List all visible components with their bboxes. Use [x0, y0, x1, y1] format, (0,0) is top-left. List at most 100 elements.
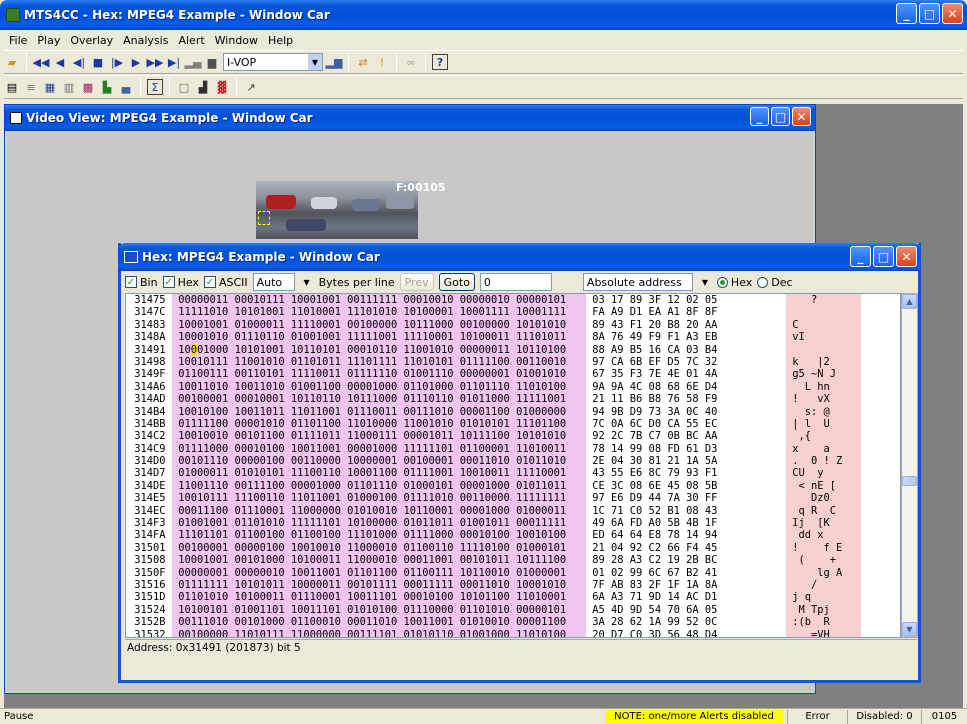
hex-close-button[interactable]: ✕: [896, 246, 917, 267]
table-view-icon[interactable]: ▥: [61, 79, 77, 95]
play-icon[interactable]: ▶: [128, 54, 144, 70]
hex-view-title-bar[interactable]: Hex: MPEG4 Example - Window Car _ □ ✕: [118, 243, 921, 271]
hex-row[interactable]: 3152B 00111010 00101000 01100010 0001101…: [126, 616, 900, 629]
close-button[interactable]: ✕: [942, 3, 963, 24]
hex-row[interactable]: 314F3 01001001 01101010 11111101 1010000…: [126, 517, 900, 530]
hex-row[interactable]: 314EC 00011100 01110001 11000000 0101001…: [126, 504, 900, 518]
hex-row[interactable]: 314C2 10010010 00101100 01111011 1100011…: [126, 430, 900, 443]
menu-analysis[interactable]: Analysis: [118, 34, 173, 47]
minimize-button[interactable]: _: [896, 3, 917, 24]
auto-field[interactable]: Auto: [252, 273, 295, 291]
macroblock-view-icon[interactable]: ▓: [214, 79, 230, 95]
tile-view-icon[interactable]: ▟: [195, 79, 211, 95]
chart-view-icon[interactable]: ▙: [99, 79, 115, 95]
hex-maximize-button[interactable]: □: [873, 246, 894, 267]
hex-row[interactable]: 31483 10001001 01000011 11110001 0010000…: [126, 318, 900, 332]
sigma-view-icon[interactable]: Σ: [147, 79, 163, 95]
end-icon[interactable]: ▶|: [166, 54, 182, 70]
bin-checkbox[interactable]: ✓ Bin: [125, 276, 158, 289]
hex-radio[interactable]: Hex: [716, 276, 752, 289]
scroll-down-icon[interactable]: ▼: [902, 622, 917, 637]
hex-row[interactable]: 314AD 00100001 00010001 10110110 1011100…: [126, 393, 900, 406]
hex-ascii: [786, 343, 861, 356]
frame-type-icon[interactable]: ▆: [204, 54, 220, 70]
menu-window[interactable]: Window: [210, 34, 263, 47]
grid-view-icon[interactable]: ▩: [80, 79, 96, 95]
macroblock-selection[interactable]: [258, 211, 270, 225]
chevron-down-icon[interactable]: ▼: [698, 274, 712, 290]
hex-row[interactable]: 31498 10010111 11001010 01101011 1110111…: [126, 355, 900, 369]
menu-file[interactable]: File: [4, 34, 32, 47]
prev-button[interactable]: Prev: [399, 273, 434, 291]
hex-scrollbar[interactable]: ▲ ▼: [901, 293, 918, 638]
bar-view-icon[interactable]: ▄: [118, 79, 134, 95]
export-icon[interactable]: ↗: [243, 79, 259, 95]
hex-row[interactable]: 3148A 10001010 01110110 01001001 1111100…: [126, 331, 900, 344]
list-view-icon[interactable]: ≡: [23, 79, 39, 95]
scroll-up-icon[interactable]: ▲: [902, 294, 917, 309]
menu-play[interactable]: Play: [32, 34, 65, 47]
rewind-icon[interactable]: ◀◀: [33, 54, 50, 70]
hex-bytes: 49 6A FD A0 5B 4B 1F: [586, 517, 786, 530]
hex-checkbox[interactable]: ✓ Hex: [162, 276, 199, 289]
scroll-thumb[interactable]: [902, 476, 917, 486]
hex-row[interactable]: 31491 10001000 10101001 10110101 0001011…: [126, 343, 900, 356]
menu-overlay[interactable]: Overlay: [65, 34, 118, 47]
sync-icon[interactable]: ⇄: [355, 54, 371, 70]
dec-radio[interactable]: Dec: [757, 276, 793, 289]
hex-dump[interactable]: 31475 00000011 00010111 10001001 0011111…: [125, 293, 901, 638]
hex-row[interactable]: 314D7 01000011 01010101 11100110 1000110…: [126, 467, 900, 480]
hex-row[interactable]: 31508 10001001 00101000 10100011 1100001…: [126, 554, 900, 567]
bitrate-icon[interactable]: ▂▆: [326, 54, 343, 70]
video-maximize-button[interactable]: □: [771, 107, 790, 126]
hex-row[interactable]: 31516 01111111 10101011 10000011 0010111…: [126, 578, 900, 592]
maximize-button[interactable]: □: [919, 3, 940, 24]
hex-row[interactable]: 31532 00100000 11010111 11000000 0011110…: [126, 628, 900, 637]
step-back-icon[interactable]: ◀: [52, 54, 68, 70]
selected-bit[interactable]: 0: [190, 343, 198, 356]
hex-row[interactable]: 314D0 00101110 00000100 00110000 1000000…: [126, 455, 900, 468]
fast-forward-icon[interactable]: ▶▶: [147, 54, 164, 70]
hex-row[interactable]: 314DE 11001110 00111100 00001000 0110111…: [126, 479, 900, 493]
hex-view-icon[interactable]: ▦: [42, 79, 58, 95]
address-mode-select[interactable]: Absolute address: [582, 273, 693, 291]
menu-help[interactable]: Help: [263, 34, 298, 47]
video-view-title: Video View: MPEG4 Example - Window Car: [26, 111, 313, 125]
frame-type-select[interactable]: I-VOP ▼: [223, 53, 323, 71]
hex-binary: 10001010 01110110 01001001 11111001 1111…: [172, 331, 586, 344]
hex-row[interactable]: 3149F 01100111 00110101 11110011 0111111…: [126, 368, 900, 381]
hex-row[interactable]: 31475 00000011 00010111 10001001 0011111…: [126, 294, 900, 307]
video-view-title-bar[interactable]: Video View: MPEG4 Example - Window Car _…: [5, 105, 815, 131]
goto-input[interactable]: 0: [479, 273, 552, 291]
video-frame[interactable]: F:00105: [256, 181, 446, 239]
next-frame-icon[interactable]: |▶: [109, 54, 125, 70]
video-view-icon[interactable]: ▤: [4, 79, 20, 95]
hex-row[interactable]: 31501 00100001 00000100 10010010 1100001…: [126, 541, 900, 555]
link-icon[interactable]: ∞: [403, 54, 419, 70]
hex-row[interactable]: 314BB 01111100 00001010 01101100 1101000…: [126, 417, 900, 431]
app-title-bar[interactable]: MTS4CC - Hex: MPEG4 Example - Window Car…: [0, 0, 967, 30]
menu-alert[interactable]: Alert: [173, 34, 209, 47]
frame-stats-icon[interactable]: ▂▄: [185, 54, 202, 70]
prev-frame-icon[interactable]: ◀|: [71, 54, 87, 70]
open-folder-icon[interactable]: ▰: [4, 54, 20, 70]
hex-minimize-button[interactable]: _: [850, 246, 871, 267]
hex-row[interactable]: 3151D 01101010 10100011 01110001 1001110…: [126, 591, 900, 604]
alert-icon[interactable]: !: [374, 54, 390, 70]
hex-row[interactable]: 314E5 10010111 11100110 11011001 0100010…: [126, 492, 900, 505]
ascii-checkbox[interactable]: ✓ ASCII: [203, 276, 248, 289]
video-close-button[interactable]: ✕: [792, 107, 811, 126]
stop-icon[interactable]: ■: [90, 54, 106, 70]
hex-row[interactable]: 31524 10100101 01001101 10011101 0101010…: [126, 603, 900, 617]
video-minimize-button[interactable]: _: [750, 107, 769, 126]
chevron-down-icon[interactable]: ▼: [300, 274, 314, 290]
hex-row[interactable]: 314C9 01111000 00010100 10011001 0000100…: [126, 442, 900, 456]
hex-row[interactable]: 314B4 10010100 10011011 11011001 0111001…: [126, 405, 900, 418]
hex-row[interactable]: 3147C 11111010 10101001 11010001 1110101…: [126, 306, 900, 319]
goto-button[interactable]: Goto: [438, 273, 475, 291]
hex-row[interactable]: 314FA 11101101 01100100 01100100 1110100…: [126, 529, 900, 542]
hex-row[interactable]: 314A6 10011010 10011010 01001100 0000100…: [126, 380, 900, 394]
hex-row[interactable]: 3150F 00000001 00000010 10011001 0110110…: [126, 566, 900, 579]
window-view-icon[interactable]: □: [176, 79, 192, 95]
help-icon[interactable]: ?: [432, 54, 448, 70]
